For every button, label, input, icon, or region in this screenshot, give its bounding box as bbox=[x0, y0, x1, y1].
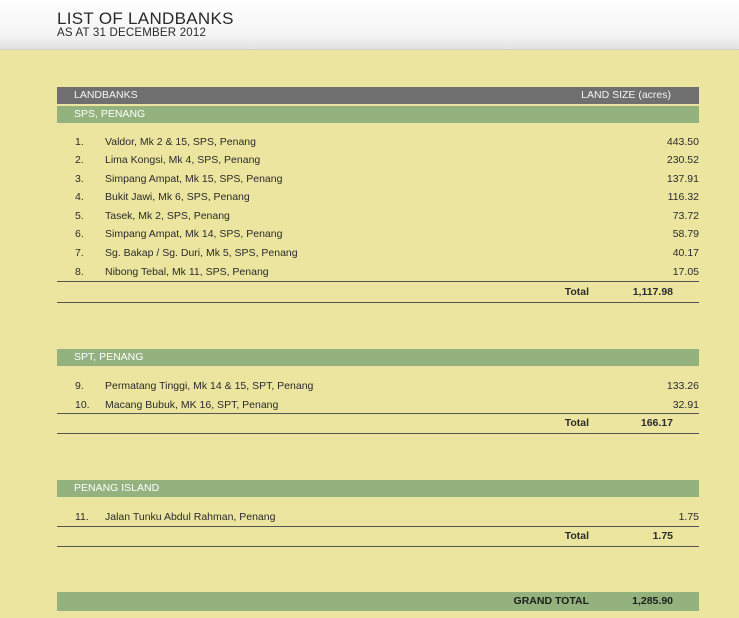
col-header-land-size: LAND SIZE (acres) bbox=[581, 89, 671, 101]
grand-total-value: 1,285.90 bbox=[632, 595, 673, 607]
row-landbank: Jalan Tunku Abdul Rahman, Penang bbox=[105, 511, 276, 523]
row-land-size: 230.52 bbox=[666, 154, 699, 166]
divider bbox=[57, 433, 699, 434]
divider bbox=[57, 546, 699, 547]
row-landbank: Valdor, Mk 2 & 15, SPS, Penang bbox=[105, 136, 256, 148]
row-land-size: 443.50 bbox=[666, 136, 699, 148]
row-number: 2. bbox=[75, 154, 84, 166]
row-number: 7. bbox=[75, 247, 84, 259]
row-land-size: 58.79 bbox=[672, 228, 699, 240]
row-number: 9. bbox=[75, 380, 84, 392]
row-number: 11. bbox=[75, 511, 89, 523]
table-row: 11. Jalan Tunku Abdul Rahman, Penang 1.7… bbox=[57, 508, 699, 526]
row-number: 6. bbox=[75, 228, 84, 240]
row-landbank: Nibong Tebal, Mk 11, SPS, Penang bbox=[105, 266, 269, 278]
row-land-size: 40.17 bbox=[672, 247, 699, 259]
section-heading-spt: SPT, PENANG bbox=[57, 349, 699, 366]
section-heading-sps: SPS, PENANG bbox=[57, 106, 699, 123]
total-label: Total bbox=[564, 530, 589, 542]
row-landbank: Tasek, Mk 2, SPS, Penang bbox=[105, 210, 230, 222]
table-row: 4. Bukit Jawi, Mk 6, SPS, Penang 116.32 bbox=[57, 188, 699, 206]
table-row: 1. Valdor, Mk 2 & 15, SPS, Penang 443.50 bbox=[57, 133, 699, 151]
row-landbank: Simpang Ampat, Mk 15, SPS, Penang bbox=[105, 173, 283, 185]
row-land-size: 1.75 bbox=[678, 511, 699, 523]
total-value: 1.75 bbox=[652, 530, 673, 542]
col-header-landbanks: LANDBANKS bbox=[74, 89, 138, 101]
section-heading-penang-island: PENANG ISLAND bbox=[57, 480, 699, 497]
total-row: Total 1,117.98 bbox=[57, 283, 699, 301]
row-landbank: Simpang Ampat, Mk 14, SPS, Penang bbox=[105, 228, 283, 240]
table-row: 7. Sg. Bakap / Sg. Duri, Mk 5, SPS, Pena… bbox=[57, 244, 699, 262]
row-landbank: Bukit Jawi, Mk 6, SPS, Penang bbox=[105, 191, 250, 203]
divider bbox=[57, 302, 699, 303]
row-land-size: 17.05 bbox=[672, 266, 699, 278]
table-row: 8. Nibong Tebal, Mk 11, SPS, Penang 17.0… bbox=[57, 263, 699, 281]
row-landbank: Permatang Tinggi, Mk 14 & 15, SPT, Penan… bbox=[105, 380, 314, 392]
table-row: 3. Simpang Ampat, Mk 15, SPS, Penang 137… bbox=[57, 170, 699, 188]
row-land-size: 133.26 bbox=[666, 380, 699, 392]
row-number: 10. bbox=[75, 399, 90, 411]
table-row: 6. Simpang Ampat, Mk 14, SPS, Penang 58.… bbox=[57, 225, 699, 243]
page-title: LIST OF LANDBANKS bbox=[57, 9, 234, 28]
total-value: 166.17 bbox=[640, 417, 673, 429]
table-row: 5. Tasek, Mk 2, SPS, Penang 73.72 bbox=[57, 207, 699, 225]
total-row: Total 166.17 bbox=[57, 414, 699, 432]
row-land-size: 116.32 bbox=[667, 191, 699, 203]
row-number: 5. bbox=[75, 210, 84, 222]
row-landbank: Lima Kongsi, Mk 4, SPS, Penang bbox=[105, 154, 261, 166]
row-landbank: Sg. Bakap / Sg. Duri, Mk 5, SPS, Penang bbox=[105, 247, 298, 259]
table-row: 10. Macang Bubuk, MK 16, SPT, Penang 32.… bbox=[57, 396, 699, 414]
row-land-size: 73.72 bbox=[672, 210, 699, 222]
row-number: 8. bbox=[75, 266, 84, 278]
total-label: Total bbox=[564, 286, 589, 298]
row-land-size: 32.91 bbox=[672, 399, 699, 411]
total-row: Total 1.75 bbox=[57, 527, 699, 545]
row-number: 1. bbox=[75, 136, 84, 148]
divider bbox=[57, 281, 699, 282]
grand-total-bar: GRAND TOTAL 1,285.90 bbox=[57, 592, 699, 611]
row-landbank: Macang Bubuk, MK 16, SPT, Penang bbox=[105, 399, 279, 411]
page-header: LIST OF LANDBANKS AS AT 31 DECEMBER 2012 bbox=[0, 0, 739, 50]
grand-total-label: GRAND TOTAL bbox=[513, 595, 589, 607]
row-land-size: 137.91 bbox=[666, 173, 699, 185]
table-header: LANDBANKS LAND SIZE (acres) bbox=[57, 87, 699, 104]
row-number: 3. bbox=[75, 173, 84, 185]
row-number: 4. bbox=[75, 191, 84, 203]
table-row: 2. Lima Kongsi, Mk 4, SPS, Penang 230.52 bbox=[57, 151, 699, 169]
total-value: 1,117.98 bbox=[632, 286, 673, 298]
table-row: 9. Permatang Tinggi, Mk 14 & 15, SPT, Pe… bbox=[57, 377, 699, 395]
total-label: Total bbox=[564, 417, 589, 429]
page-subtitle: AS AT 31 DECEMBER 2012 bbox=[57, 27, 207, 39]
